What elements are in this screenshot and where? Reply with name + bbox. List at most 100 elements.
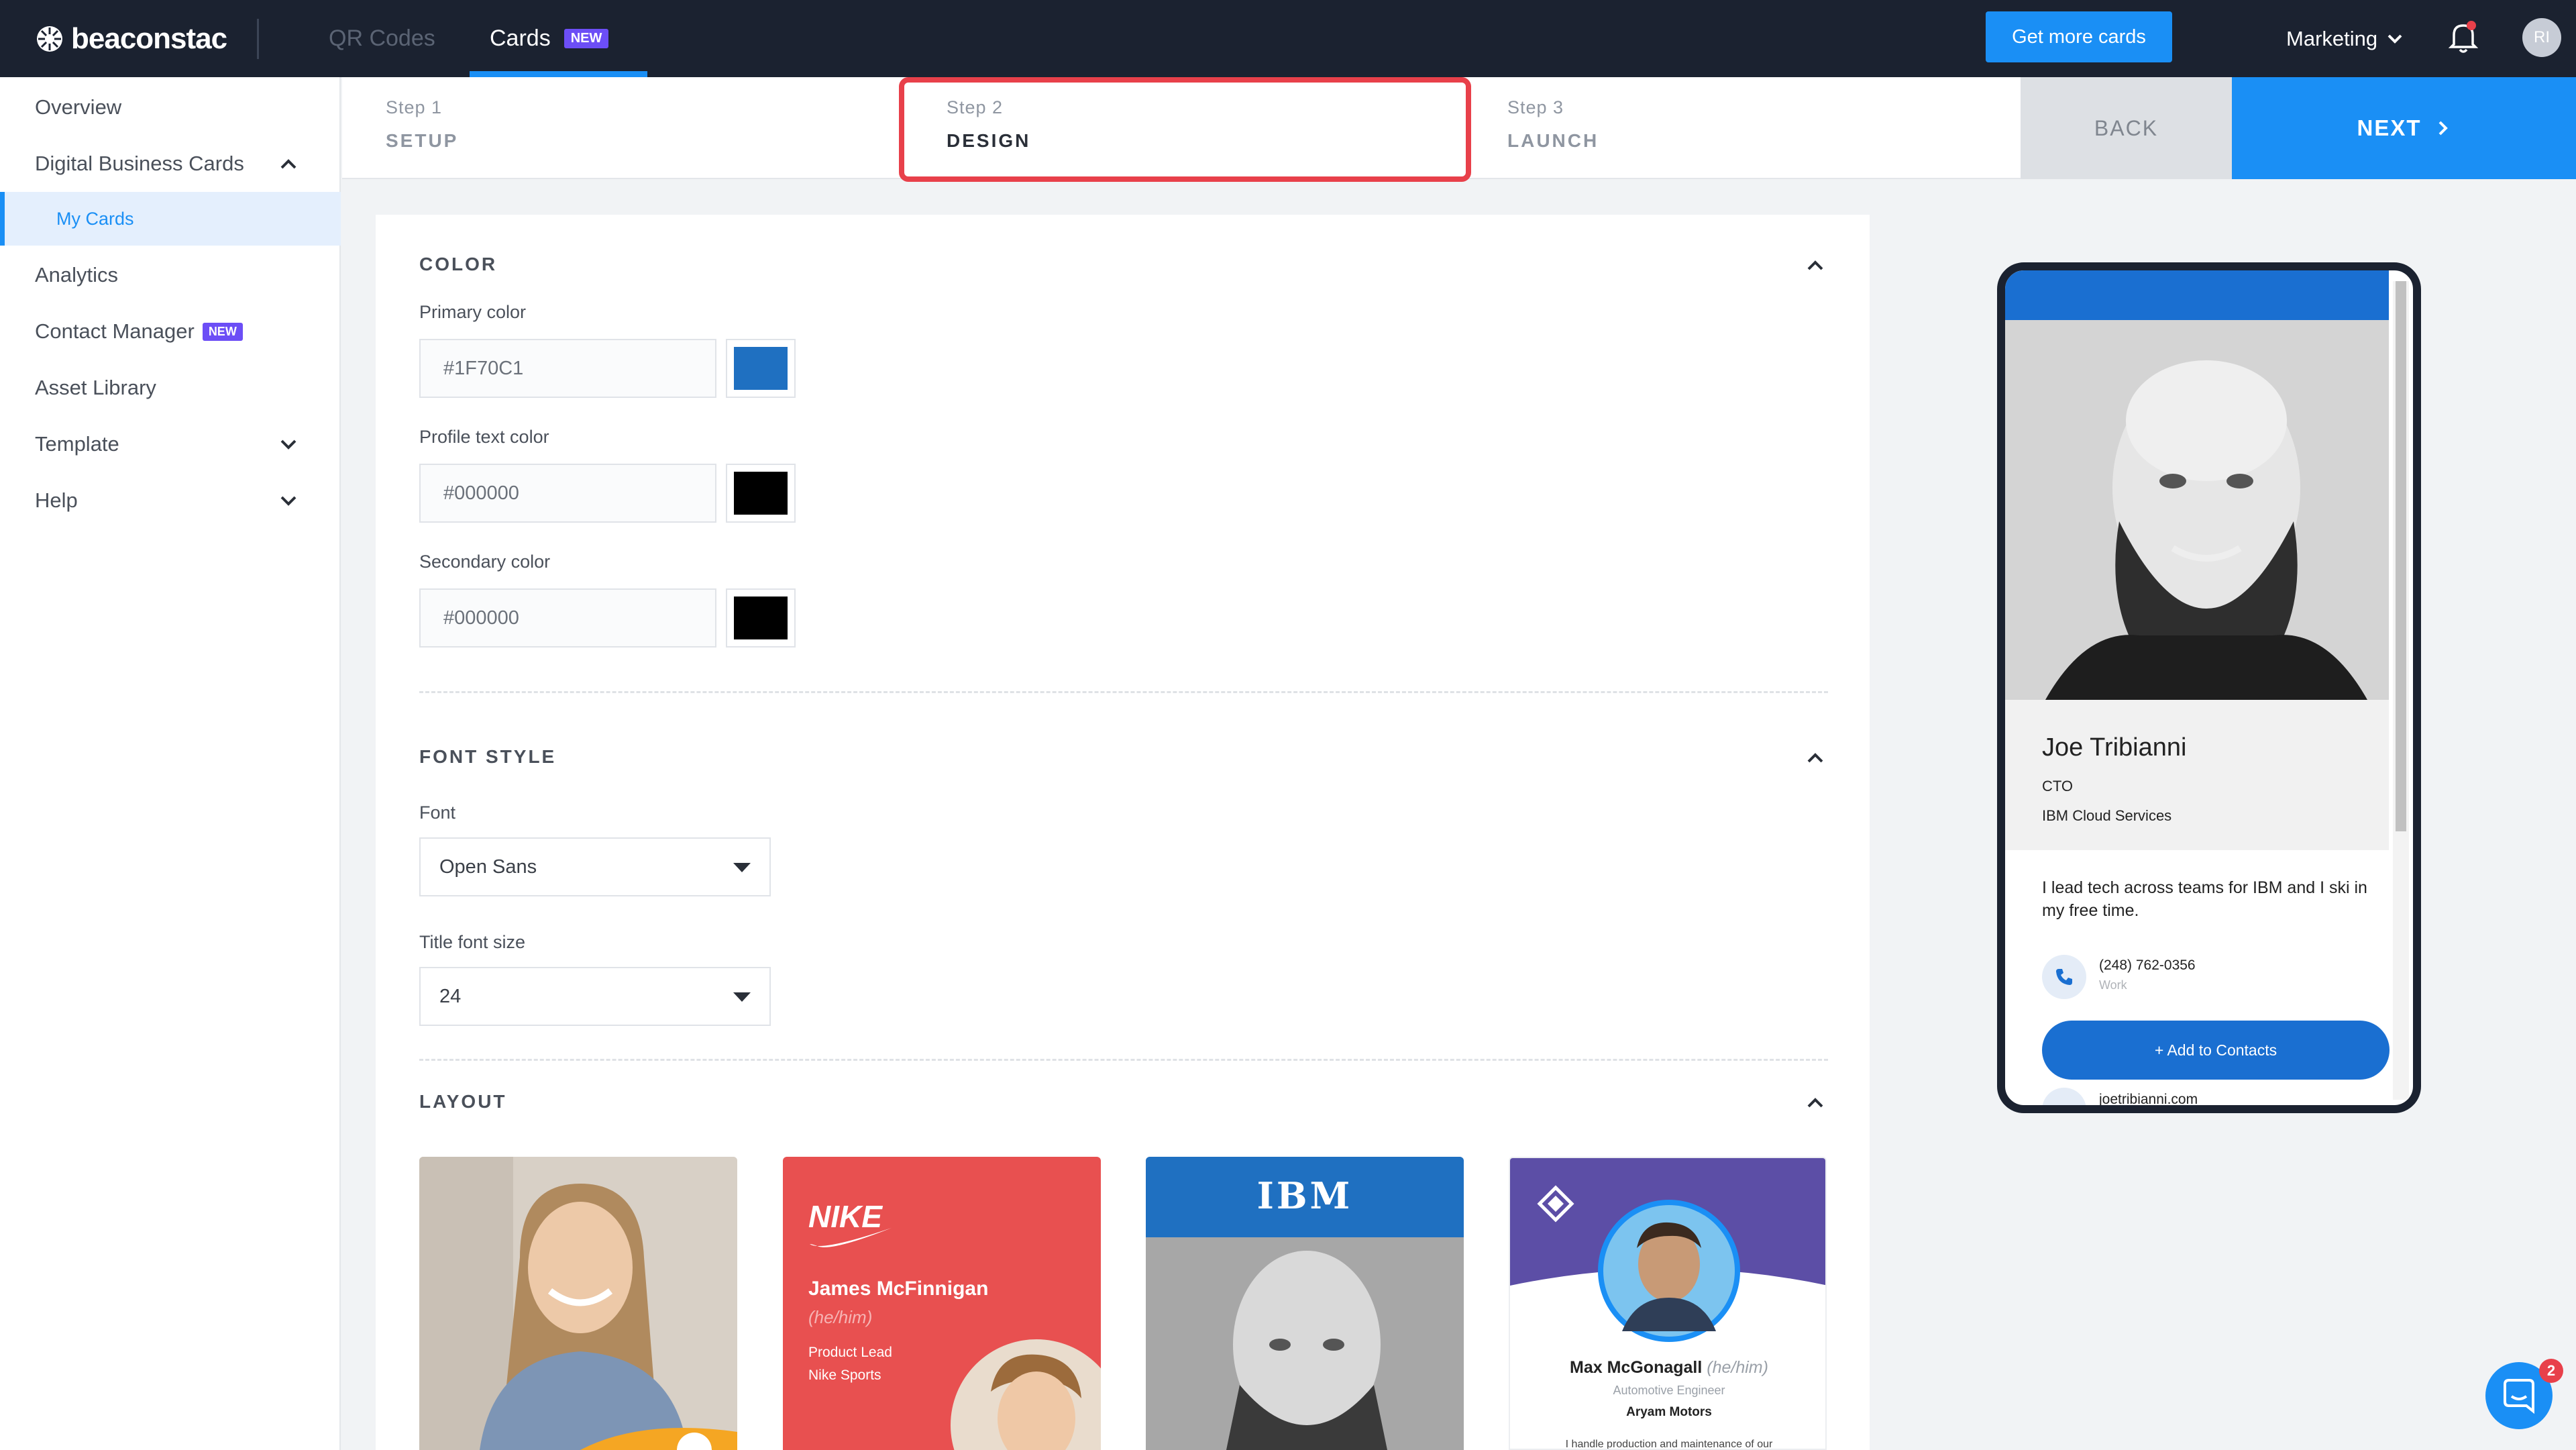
chevron-up-icon[interactable]	[1802, 1090, 1829, 1117]
ibm-logo: IBM	[1256, 1174, 1353, 1217]
workspace-dropdown[interactable]: Marketing	[2286, 20, 2404, 58]
sidebar-item-label: Asset Library	[35, 376, 156, 399]
chat-icon	[2504, 1379, 2534, 1414]
sidebar-item-label: Help	[35, 488, 78, 512]
step-name: LAUNCH	[1507, 130, 1599, 151]
card-preview-phone: Joe Tribianni CTO IBM Cloud Services I l…	[1997, 262, 2421, 1113]
font-label: Font	[419, 802, 456, 823]
template-pronoun: (he/him)	[1707, 1358, 1768, 1377]
preview-website: joetribianni.com	[2099, 1092, 2198, 1107]
template-company: Nike Sports	[808, 1367, 881, 1383]
sidebar-item-digital-business-cards[interactable]: Digital Business Cards	[0, 136, 341, 192]
sidebar-item-label: My Cards	[56, 208, 134, 229]
bell-icon[interactable]	[2449, 19, 2478, 54]
preview-title: CTO	[2042, 778, 2074, 794]
primary-color-label: Primary color	[419, 302, 527, 322]
profile-text-color-label: Profile text color	[419, 427, 549, 447]
preview-name: Joe Tribianni	[2042, 733, 2187, 762]
primary-color-swatch[interactable]	[726, 339, 796, 398]
font-select-value: Open Sans	[439, 856, 537, 878]
brand-logo[interactable]: beaconstac	[35, 20, 227, 58]
secondary-color-input[interactable]: #000000	[419, 588, 716, 648]
title-font-size-label: Title font size	[419, 932, 526, 952]
sidebar-item-label: Template	[35, 432, 119, 456]
template-role: Automotive Engineer	[1613, 1384, 1725, 1397]
sidebar-item-label: Digital Business Cards	[35, 152, 244, 175]
sidebar-item-label: Analytics	[35, 263, 119, 287]
sidebar-item-contact-manager[interactable]: Contact Manager NEW	[0, 303, 341, 360]
sidebar-item-help[interactable]: Help	[0, 472, 341, 529]
section-divider	[419, 1059, 1828, 1061]
next-button-label: NEXT	[2357, 115, 2422, 140]
phone-glyph	[2056, 969, 2072, 985]
get-more-cards-button[interactable]: Get more cards	[1986, 11, 2172, 62]
chevron-down-icon	[2387, 34, 2402, 44]
sidebar-item-template[interactable]: Template	[0, 416, 341, 472]
brand-name: beaconstac	[71, 22, 227, 55]
title-font-size-value: 24	[439, 985, 462, 1007]
preview-scrollbar-thumb[interactable]	[2396, 281, 2406, 831]
layout-template-1[interactable]	[419, 1157, 737, 1450]
primary-color-input[interactable]: #1F70C1	[419, 339, 716, 398]
template-name: James McFinnigan	[808, 1278, 989, 1300]
template-name-row: Max McGonagall (he/him)	[1510, 1358, 1825, 1378]
user-avatar[interactable]: RI	[2522, 18, 2561, 57]
step-launch[interactable]: Step 3 LAUNCH	[1507, 97, 1599, 152]
sidebar-item-asset-library[interactable]: Asset Library	[0, 360, 341, 416]
chevron-right-icon	[2438, 121, 2448, 136]
chevron-down-icon	[280, 496, 297, 506]
current-step-highlight	[899, 77, 1471, 182]
secondary-color-swatch[interactable]	[726, 588, 796, 648]
profile-photo	[2005, 320, 2389, 700]
layout-template-2[interactable]: NIKE James McFinnigan (he/him) Product L…	[783, 1157, 1101, 1450]
step-setup[interactable]: Step 1 SETUP	[386, 97, 458, 152]
font-style-section-title: FONT STYLE	[419, 746, 557, 767]
beaconstac-logo-icon	[37, 26, 62, 52]
tab-qr-codes[interactable]: QR Codes	[329, 0, 435, 77]
preview-scrollbar[interactable]	[2393, 281, 2409, 1100]
add-to-contacts-button[interactable]: + Add to Contacts	[2042, 1021, 2390, 1080]
back-button[interactable]: BACK	[2021, 77, 2232, 179]
template-pronoun: (he/him)	[808, 1307, 873, 1327]
font-select[interactable]: Open Sans	[419, 837, 771, 896]
step-name: SETUP	[386, 130, 459, 151]
preview-phone-label: Work	[2099, 978, 2127, 992]
active-tab-indicator	[470, 71, 647, 77]
sidebar-item-analytics[interactable]: Analytics	[0, 247, 341, 303]
profile-text-color-input[interactable]: #000000	[419, 464, 716, 523]
sidebar-item-overview[interactable]: Overview	[0, 79, 341, 136]
template-photo	[1598, 1200, 1740, 1342]
next-button[interactable]: NEXT	[2232, 77, 2576, 179]
workspace-label: Marketing	[2286, 27, 2378, 50]
tab-cards[interactable]: Cards NEW	[490, 0, 609, 77]
template-name: Max McGonagall	[1570, 1358, 1703, 1377]
template-photo	[1146, 1237, 1464, 1450]
preview-company: IBM Cloud Services	[2042, 807, 2172, 824]
template-photo	[951, 1339, 1101, 1450]
diamond-logo-icon	[1537, 1185, 1574, 1223]
color-section-title: COLOR	[419, 254, 498, 274]
phone-icon	[2042, 955, 2086, 999]
chevron-up-icon[interactable]	[1802, 745, 1829, 772]
template-bio: I handle production and maintenance of o…	[1565, 1439, 1773, 1450]
layout-template-4[interactable]: Max McGonagall (he/him) Automotive Engin…	[1509, 1157, 1827, 1450]
new-badge: NEW	[564, 29, 609, 48]
step-number: Step 1	[386, 97, 443, 117]
title-font-size-select[interactable]: 24	[419, 967, 771, 1026]
chevron-up-icon[interactable]	[1802, 252, 1829, 279]
preview-profile-photo	[2005, 320, 2389, 700]
template-company: Aryam Motors	[1626, 1405, 1712, 1419]
profile-text-color-swatch[interactable]	[726, 464, 796, 523]
template-role: Product Lead	[808, 1345, 892, 1360]
step-number: Step 3	[1507, 97, 1564, 117]
template-photo	[419, 1157, 737, 1450]
tab-cards-label: Cards	[490, 25, 551, 51]
profile-text-color-preview	[734, 472, 788, 515]
chat-unread-badge: 2	[2539, 1359, 2563, 1383]
top-divider	[257, 19, 259, 59]
caret-down-icon	[733, 863, 751, 872]
preview-header-bar	[2005, 270, 2389, 320]
layout-template-3[interactable]: IBM	[1146, 1157, 1464, 1450]
globe-icon	[2042, 1088, 2086, 1105]
sidebar-item-my-cards[interactable]: My Cards	[0, 192, 341, 246]
